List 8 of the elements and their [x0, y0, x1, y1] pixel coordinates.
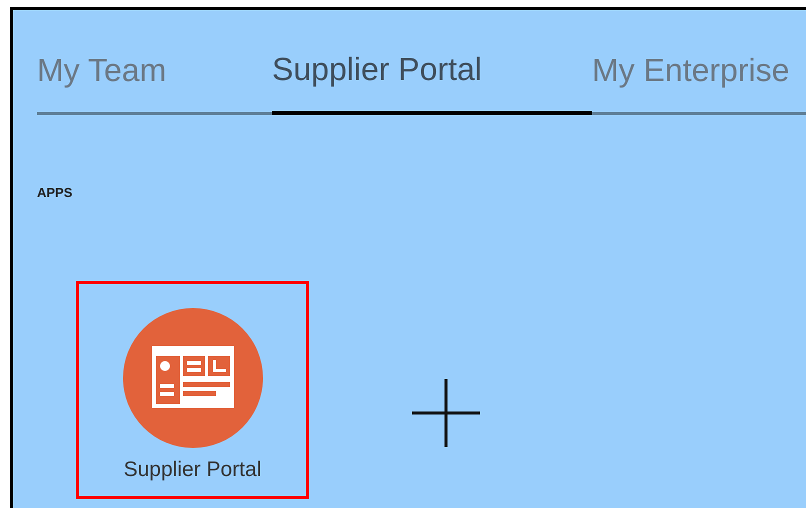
dashboard-app-icon[interactable]: [122, 308, 262, 448]
tab[interactable]: My Team: [37, 50, 272, 112]
highlight-frame[interactable]: Supplier Portal: [76, 281, 309, 499]
app-label: Supplier Portal: [124, 457, 262, 483]
tab[interactable]: My Enterprise: [592, 50, 806, 112]
add-icon[interactable]: [412, 379, 480, 447]
tab[interactable]: Supplier Portal: [272, 49, 592, 115]
section-heading: APPS: [37, 185, 72, 200]
